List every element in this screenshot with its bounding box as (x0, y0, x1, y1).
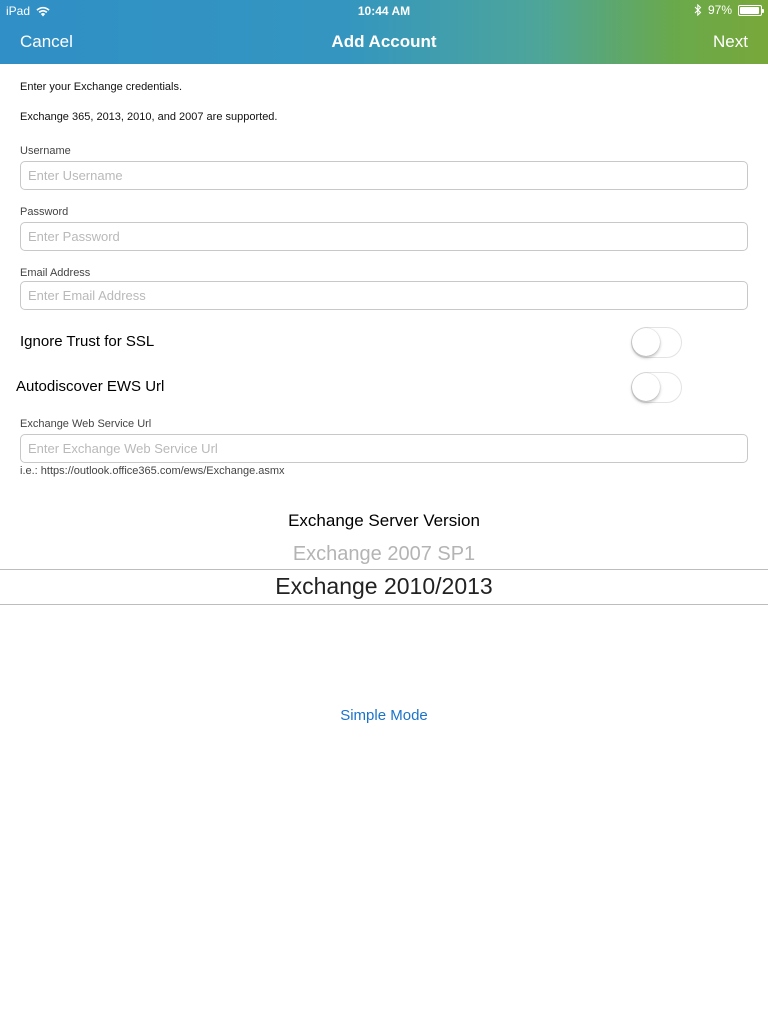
supported-versions-text: Exchange 365, 2013, 2010, and 2007 are s… (20, 111, 278, 123)
toggle-knob (632, 373, 660, 401)
ignore-trust-row: Ignore Trust for SSL (0, 327, 768, 359)
status-time: 10:44 AM (357, 4, 411, 18)
ews-url-hint: i.e.: https://outlook.office365.com/ews/… (20, 465, 285, 477)
battery-icon (738, 4, 764, 16)
page-title: Add Account (331, 32, 437, 51)
username-label: Username (20, 145, 71, 157)
password-field[interactable] (20, 222, 748, 251)
status-bar: iPad 10:44 AM 97% (0, 0, 768, 20)
ignore-trust-label: Ignore Trust for SSL (20, 333, 155, 350)
ignore-trust-toggle[interactable] (631, 327, 682, 358)
autodiscover-row: Autodiscover EWS Url (0, 372, 768, 404)
picker-divider-top (0, 569, 768, 570)
navigation-bar: Cancel Add Account Next (0, 20, 768, 64)
email-field[interactable] (20, 281, 748, 310)
status-right: 97% (694, 3, 764, 17)
picker-divider-bottom (0, 604, 768, 605)
next-button[interactable]: Next (713, 32, 748, 52)
email-label: Email Address (20, 267, 91, 279)
ews-url-label: Exchange Web Service Url (20, 418, 152, 430)
autodiscover-label: Autodiscover EWS Url (16, 378, 165, 395)
battery-fill (740, 6, 759, 14)
toggle-knob (632, 328, 660, 356)
autodiscover-toggle[interactable] (631, 372, 682, 403)
instructions-text: Enter your Exchange credentials. (20, 81, 183, 93)
simple-mode-link[interactable]: Simple Mode (0, 707, 768, 724)
header-bar: iPad 10:44 AM 97% Cancel Add Account Nex… (0, 0, 768, 64)
picker-option-selected[interactable]: Exchange 2010/2013 (0, 573, 768, 600)
app-window: iPad 10:44 AM 97% Cancel Add Account Nex… (0, 0, 768, 1024)
server-version-title: Exchange Server Version (288, 511, 480, 530)
bluetooth-icon (694, 3, 702, 17)
picker-option[interactable]: Exchange 2007 SP1 (0, 543, 768, 566)
username-field[interactable] (20, 161, 748, 190)
battery-percent: 97% (707, 3, 732, 17)
ews-url-field[interactable] (20, 434, 748, 463)
password-label: Password (20, 206, 69, 218)
